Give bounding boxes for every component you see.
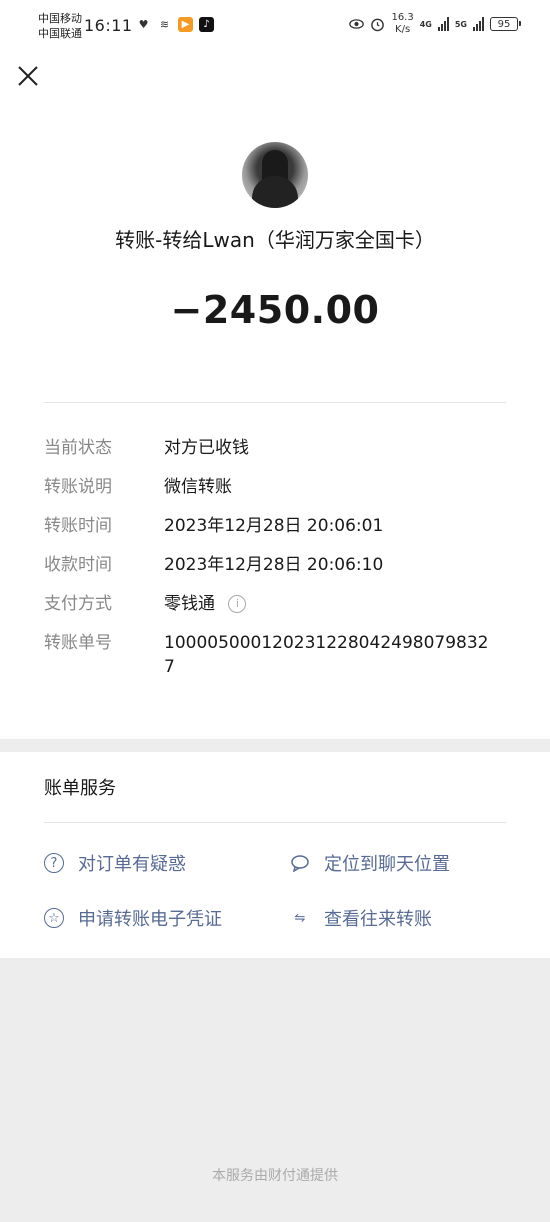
detail-row-payment-method: 支付方式 零钱通 i [44, 592, 514, 616]
swap-arrows-icon: ⇋ [294, 910, 306, 926]
question-circle-icon: ? [44, 853, 64, 873]
detail-value-wrap: 零钱通 i [164, 592, 504, 616]
transfer-amount: −2450.00 [170, 288, 380, 332]
app-icon: ≋ [159, 18, 170, 31]
request-receipt-label: 申请转账电子凭证 [78, 909, 222, 930]
question-order-link[interactable]: ? 对订单有疑惑 [44, 850, 186, 876]
request-receipt-link[interactable]: ☆ 申请转账电子凭证 [44, 905, 222, 931]
detail-value: 2023年12月28日 20:06:10 [164, 555, 384, 575]
detail-value: 微信转账 [164, 477, 232, 497]
network-speed: 16.3 K/s [391, 12, 413, 36]
star-circle-icon: ☆ [44, 908, 64, 928]
detail-row-status: 当前状态 对方已收钱 [44, 436, 514, 460]
gen-label-1: 4G [419, 19, 432, 29]
bill-services: 账单服务 ? 对订单有疑惑 定位到聊天位置 ☆ 申请转账电子凭证 ⇋ 查看往来转… [0, 752, 550, 958]
view-transfers-label: 查看往来转账 [324, 909, 432, 930]
question-order-label: 对订单有疑惑 [78, 854, 186, 875]
signal-icon-2 [473, 17, 484, 31]
detail-row-order-number: 转账单号 100005000120231228042498079832 7 [44, 631, 514, 679]
top-nav [0, 54, 550, 110]
signal-icon [437, 17, 449, 31]
transfer-card: 转账-转给Lwan（华润万家全国卡） −2450.00 当前状态 对方已收钱 转… [0, 110, 550, 739]
clock: 16:11 [84, 16, 133, 35]
footer-note: 本服务由财付通提供 [212, 1168, 338, 1184]
locate-chat-link[interactable]: 定位到聊天位置 [290, 850, 450, 876]
detail-label: 转账单号 [44, 633, 112, 653]
detail-value: 2023年12月28日 20:06:01 [164, 516, 384, 536]
play-icon: ▶ [178, 17, 193, 32]
view-transfers-link[interactable]: ⇋ 查看往来转账 [290, 905, 432, 931]
close-icon[interactable] [14, 62, 42, 90]
order-number-value[interactable]: 100005000120231228042498079832 7 [164, 631, 504, 679]
detail-label: 收款时间 [44, 555, 112, 575]
detail-label: 转账时间 [44, 516, 112, 536]
status-bar: 中国移动 中国联通 16:11 ♥ ≋ ▶ ♪ 16.3 K/s 4G 5G 9… [0, 0, 550, 54]
detail-row-received-time: 收款时间 2023年12月28日 20:06:10 [44, 553, 514, 577]
chat-bubble-icon [290, 853, 310, 873]
heart-icon: ♥ [138, 18, 149, 31]
card-divider [44, 402, 506, 403]
carrier-info: 中国移动 中国联通 [38, 11, 82, 41]
avatar[interactable] [242, 142, 308, 208]
battery-icon: 95 [490, 17, 521, 31]
detail-row-note: 转账说明 微信转账 [44, 475, 514, 499]
avatar-body [252, 176, 298, 208]
services-divider [44, 822, 506, 823]
alarm-icon [370, 17, 385, 32]
carrier-2: 中国联通 [38, 27, 82, 40]
detail-label: 支付方式 [44, 594, 112, 614]
transfer-details: 当前状态 对方已收钱 转账说明 微信转账 转账时间 2023年12月28日 20… [44, 436, 514, 694]
net-speed-value: 16.3 [391, 12, 414, 23]
tiktok-icon: ♪ [199, 17, 214, 32]
services-title: 账单服务 [44, 778, 116, 799]
detail-row-transfer-time: 转账时间 2023年12月28日 20:06:01 [44, 514, 514, 538]
net-speed-unit: K/s [395, 24, 411, 35]
carrier-1: 中国移动 [38, 12, 82, 25]
detail-label: 转账说明 [44, 477, 112, 497]
locate-chat-label: 定位到聊天位置 [324, 854, 450, 875]
notification-icons: ♥ ≋ ▶ ♪ [136, 17, 214, 32]
payment-method-value: 零钱通 [164, 594, 215, 614]
transfer-title: 转账-转给Lwan（华润万家全国卡） [115, 228, 435, 252]
gen-label-2: 5G [454, 19, 467, 29]
info-icon[interactable]: i [228, 595, 247, 613]
detail-value: 对方已收钱 [164, 438, 249, 458]
detail-label: 当前状态 [44, 438, 112, 458]
system-icons: 16.3 K/s 4G 5G 95 [349, 12, 521, 36]
eye-icon [349, 17, 365, 32]
